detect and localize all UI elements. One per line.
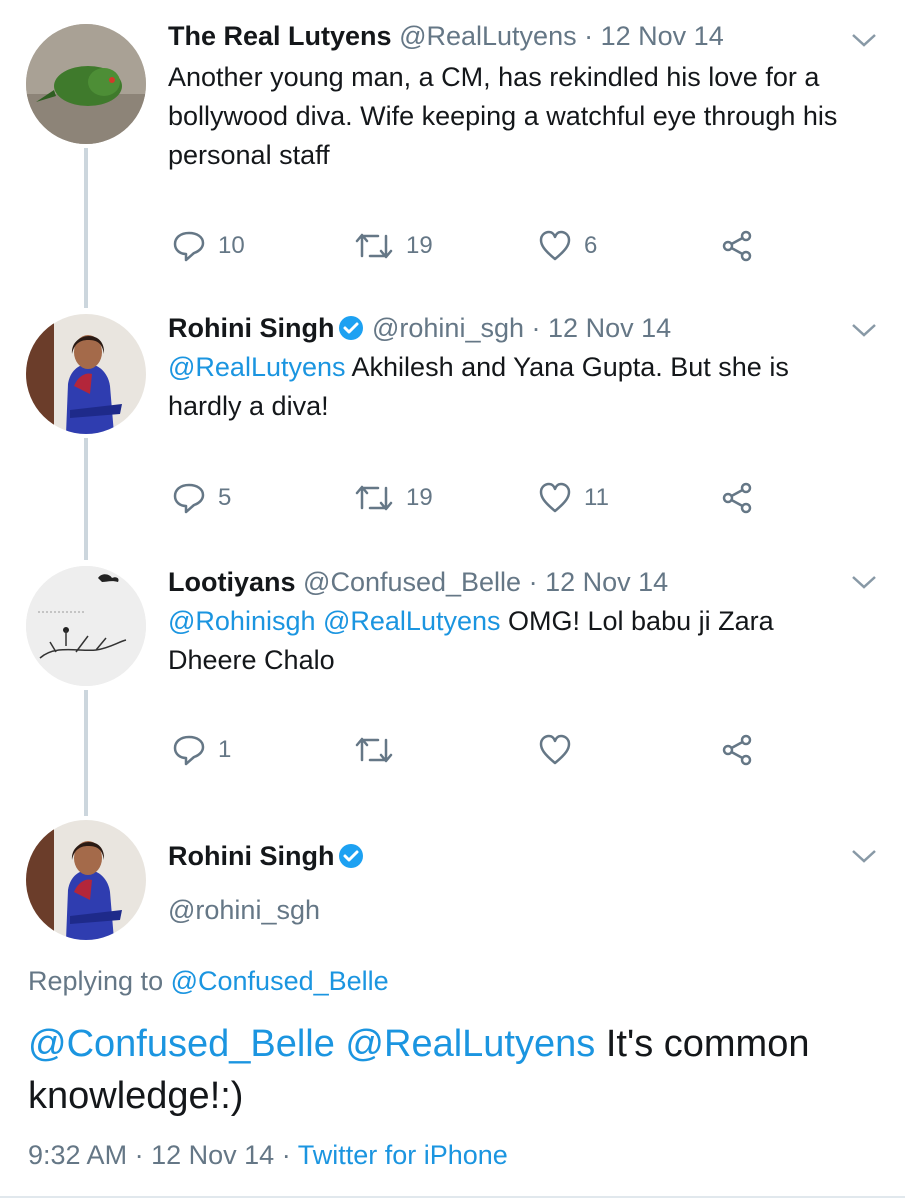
separator-dot: ·	[134, 1140, 144, 1170]
tweet-actions: 10 19 6	[168, 226, 768, 266]
retweet-button[interactable]: 19	[354, 226, 433, 266]
user-name[interactable]: Lootiyans	[168, 567, 296, 597]
woman-in-saree-avatar[interactable]	[26, 314, 146, 434]
mention-link[interactable]: @RealLutyens	[168, 352, 346, 382]
reply-count: 1	[218, 736, 232, 763]
chevron-down-icon[interactable]	[851, 848, 877, 864]
separator-dot: ·	[531, 313, 541, 343]
user-handle[interactable]: @rohini_sgh	[168, 895, 320, 925]
replying-to-prefix: Replying to	[28, 966, 164, 996]
reply-button[interactable]: 5	[172, 478, 231, 518]
mention-link[interactable]: @Rohinisgh @RealLutyens	[168, 606, 501, 636]
divider	[0, 1196, 905, 1198]
like-count: 6	[584, 232, 598, 259]
main-tweet-header: Rohini Singh	[168, 838, 875, 874]
share-icon	[722, 230, 752, 262]
like-button[interactable]	[538, 730, 584, 770]
retweet-icon	[355, 233, 393, 259]
user-handle[interactable]: @RealLutyens	[399, 21, 577, 51]
retweet-icon	[355, 485, 393, 511]
replying-to: Replying to @Confused_Belle	[28, 966, 389, 997]
chevron-down-icon[interactable]	[851, 32, 877, 48]
tweet-text: Another young man, a CM, has rekindled h…	[168, 58, 865, 175]
reply-icon	[173, 483, 205, 514]
tweet-header: Rohini Singh @rohini_sgh · 12 Nov 14	[168, 310, 875, 346]
user-name[interactable]: Rohini Singh	[168, 841, 334, 871]
chevron-down-icon[interactable]	[851, 322, 877, 338]
share-button[interactable]	[720, 730, 754, 770]
separator-dot: ·	[584, 21, 594, 51]
thread-line	[84, 148, 88, 308]
reply-button[interactable]: 1	[172, 730, 231, 770]
retweet-button[interactable]: 19	[354, 478, 433, 518]
main-tweet-handle-row: @rohini_sgh	[168, 892, 875, 928]
woman-in-saree-avatar[interactable]	[26, 820, 146, 940]
tweet-date[interactable]: 12 Nov 14	[601, 21, 724, 51]
sketch-avatar[interactable]	[26, 566, 146, 686]
heart-icon	[539, 230, 571, 261]
like-count: 11	[584, 484, 609, 511]
tweet-header: Lootiyans @Confused_Belle · 12 Nov 14	[168, 564, 875, 600]
tweet-actions: 5 19 11	[168, 478, 768, 518]
tweet-source-link[interactable]: Twitter for iPhone	[298, 1140, 508, 1170]
tweet-time: 9:32 AM	[28, 1140, 128, 1170]
heart-icon	[539, 734, 571, 765]
tweet-body: Another young man, a CM, has rekindled h…	[168, 62, 838, 170]
share-button[interactable]	[720, 226, 754, 266]
tweet-date: 12 Nov 14	[151, 1140, 275, 1170]
thread-line	[84, 438, 88, 560]
main-tweet-text: @Confused_Belle @RealLutyens It's common…	[28, 1018, 877, 1122]
tweet-date[interactable]: 12 Nov 14	[548, 313, 671, 343]
user-name[interactable]: Rohini Singh	[168, 313, 334, 343]
like-button[interactable]: 11	[538, 478, 609, 518]
heart-icon	[539, 482, 571, 513]
share-icon	[722, 482, 752, 514]
tweet-text: @Rohinisgh @RealLutyens OMG! Lol babu ji…	[168, 602, 825, 680]
tweet-header: The Real Lutyens @RealLutyens · 12 Nov 1…	[168, 18, 875, 54]
share-button[interactable]	[720, 478, 754, 518]
retweet-count: 19	[406, 232, 433, 259]
separator-dot: ·	[281, 1140, 291, 1170]
reply-icon	[173, 231, 205, 262]
tweet-text: @RealLutyens Akhilesh and Yana Gupta. Bu…	[168, 348, 845, 426]
share-icon	[722, 734, 752, 766]
tweet-meta: 9:32 AM · 12 Nov 14 · Twitter for iPhone	[28, 1140, 508, 1171]
user-name[interactable]: The Real Lutyens	[168, 21, 392, 51]
reply-button[interactable]: 10	[172, 226, 245, 266]
separator-dot: ·	[528, 567, 538, 597]
reply-count: 5	[218, 484, 232, 511]
verified-badge-icon	[339, 316, 364, 340]
reply-count: 10	[218, 232, 245, 259]
parrot-avatar[interactable]	[26, 24, 146, 144]
user-handle[interactable]: @rohini_sgh	[372, 313, 524, 343]
replying-to-link[interactable]: @Confused_Belle	[171, 966, 389, 996]
verified-badge-icon	[339, 844, 364, 868]
like-button[interactable]: 6	[538, 226, 597, 266]
mention-link[interactable]: @Confused_Belle @RealLutyens	[28, 1023, 595, 1065]
chevron-down-icon[interactable]	[851, 574, 877, 590]
tweet-actions: 1	[168, 730, 768, 770]
thread-line	[84, 690, 88, 816]
retweet-button[interactable]	[354, 730, 406, 770]
tweet-date[interactable]: 12 Nov 14	[545, 567, 668, 597]
reply-icon	[173, 735, 205, 766]
retweet-count: 19	[406, 484, 433, 511]
user-handle[interactable]: @Confused_Belle	[303, 567, 521, 597]
retweet-icon	[355, 737, 393, 763]
